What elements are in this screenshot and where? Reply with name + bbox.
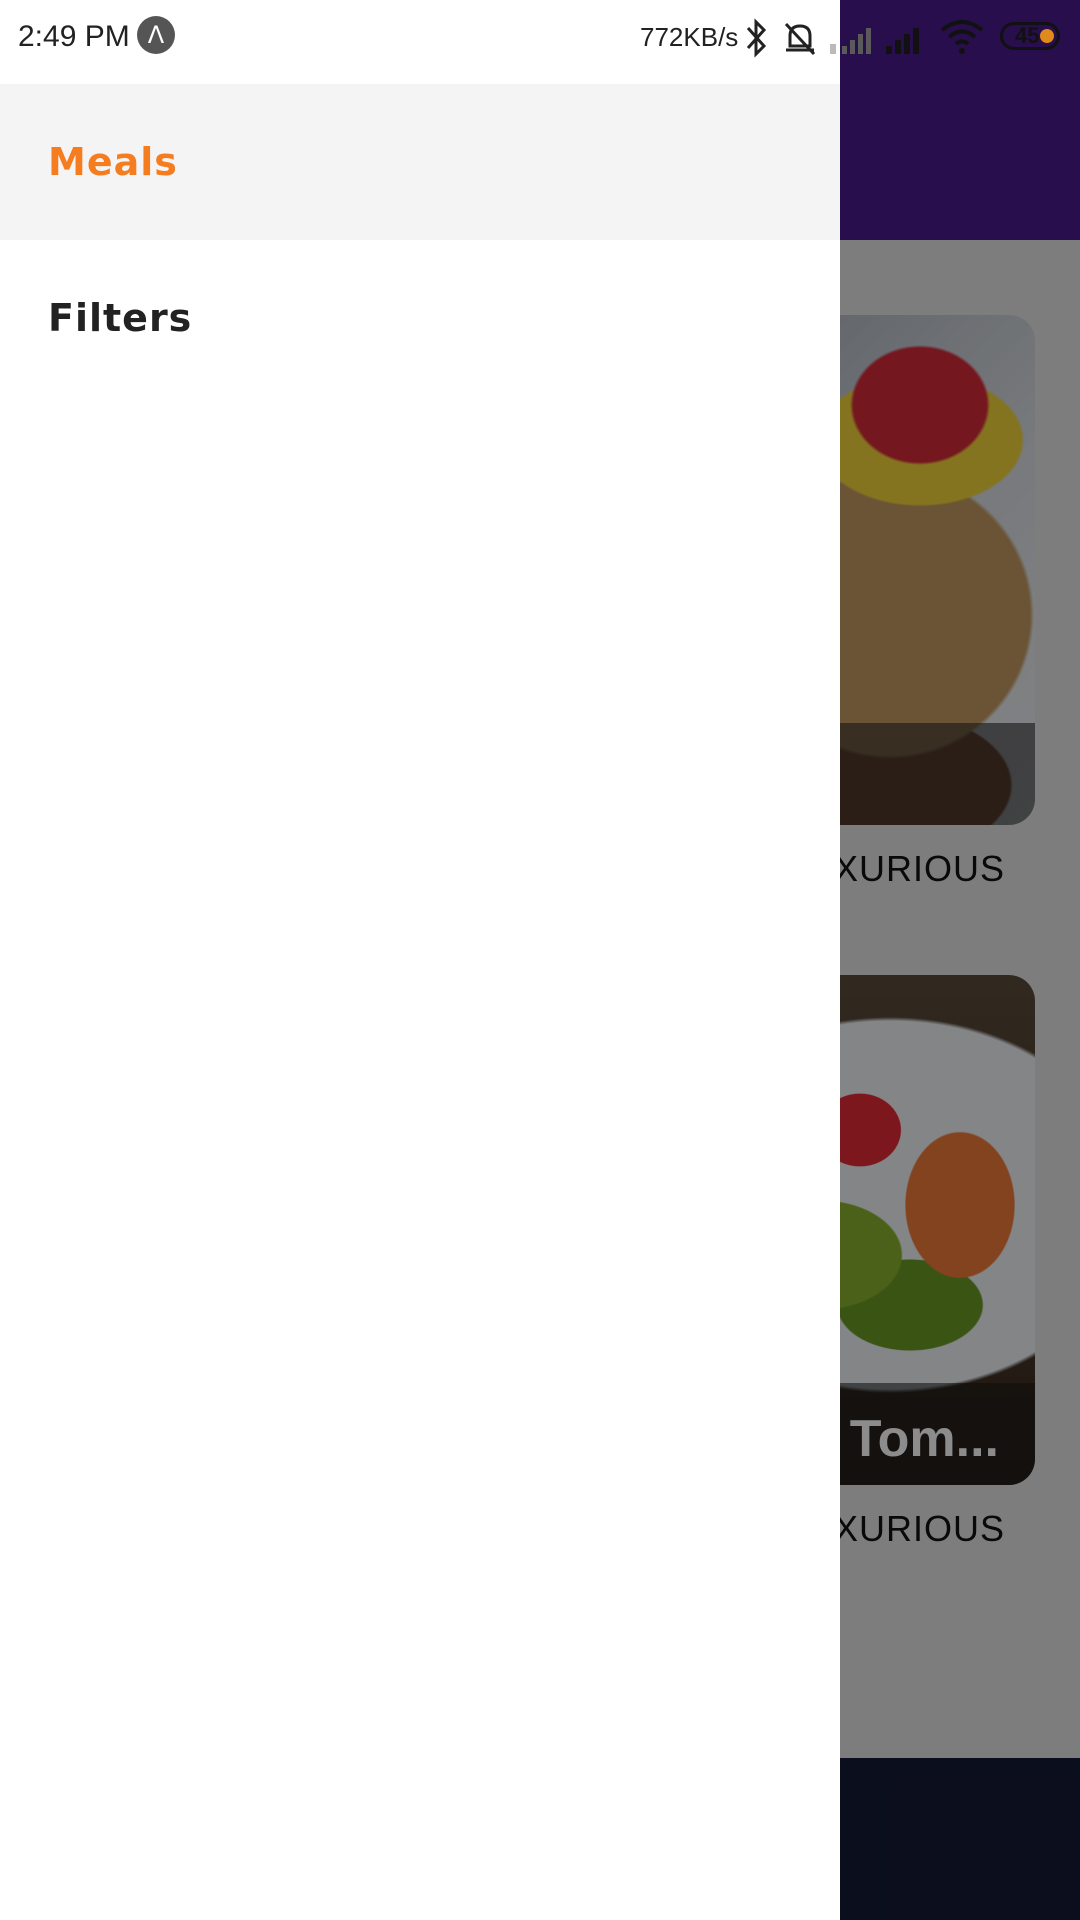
status-bar: 2:49 PM Λ 772KB/s [0,0,840,84]
wifi-icon [940,20,984,54]
signal-icon [842,28,871,54]
drawer-item-filters[interactable]: Filters [0,240,840,396]
battery-icon: 45 [1000,22,1060,50]
signal-icon [830,44,836,54]
drawer-item-label: Filters [48,296,193,340]
network-speed: 772KB/s [640,22,739,52]
navigation-drawer: Meals Filters [0,84,840,1920]
bell-off-icon [784,22,816,56]
drawer-item-label: Meals [48,140,178,184]
bluetooth-icon [746,18,767,58]
app-notification-icon: Λ [137,16,175,54]
drawer-item-meals[interactable]: Meals [0,84,840,240]
signal-icon [886,28,919,54]
battery-level: 45 [1015,23,1040,48]
status-time: 2:49 PM [18,20,130,53]
